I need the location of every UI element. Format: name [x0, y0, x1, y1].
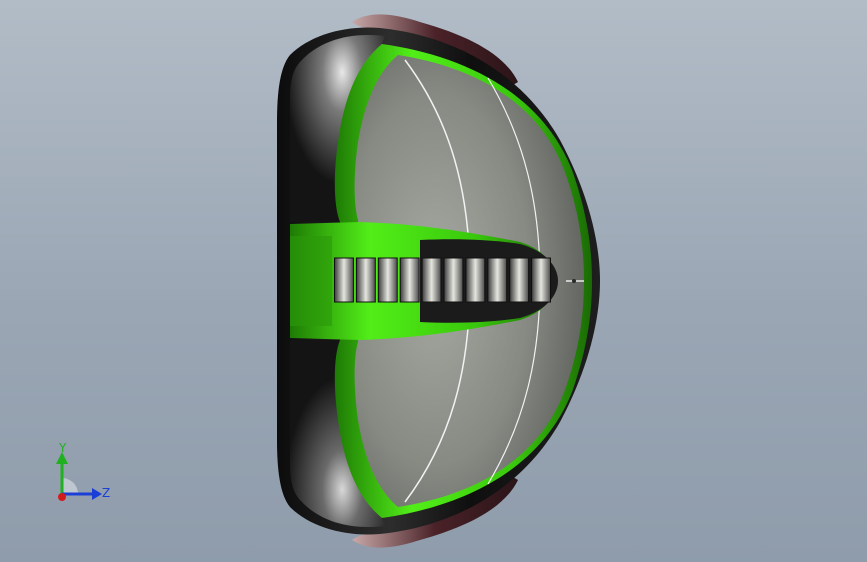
alignment-bar — [465, 257, 486, 303]
alignment-bar — [399, 257, 420, 303]
face-dot — [572, 279, 576, 283]
cad-viewport[interactable]: Y Z — [0, 0, 867, 562]
alignment-bar — [355, 257, 376, 303]
alignment-bar — [377, 257, 398, 303]
z-axis-arrowhead — [92, 488, 102, 500]
putter-head-model[interactable] — [0, 0, 867, 562]
alignment-bar — [334, 257, 354, 303]
triad-quarter-plane — [62, 478, 78, 494]
alignment-bar — [443, 257, 464, 303]
y-axis-label: Y — [58, 441, 67, 455]
z-axis-label: Z — [102, 486, 110, 500]
alignment-bar — [421, 257, 442, 303]
alignment-bar — [487, 257, 508, 303]
alignment-bar — [531, 257, 551, 303]
alignment-bar — [509, 257, 530, 303]
tongue-flat — [290, 236, 332, 326]
view-orientation-triad[interactable]: Y Z — [40, 440, 120, 515]
x-axis-origin-dot — [58, 493, 66, 501]
